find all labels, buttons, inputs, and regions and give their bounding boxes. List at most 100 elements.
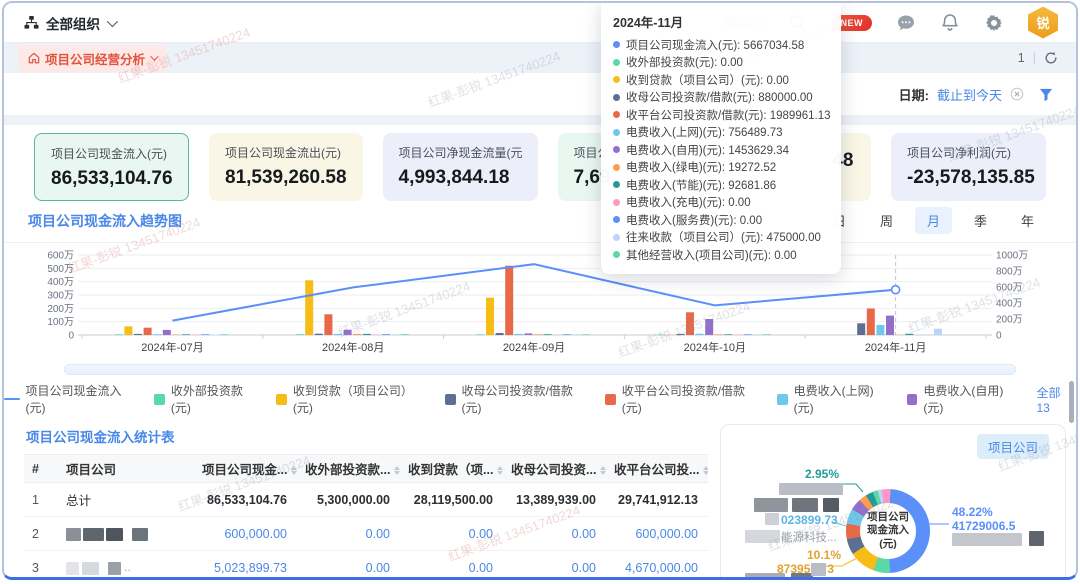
bell-icon[interactable] [940, 13, 960, 33]
donut-chart[interactable]: 项目公司现金流入(元) [846, 489, 930, 573]
table-row[interactable]: 1总计86,533,104.765,300,000.0028,119,500.0… [24, 483, 708, 517]
scrollbar-thumb[interactable] [1069, 381, 1074, 423]
kpi-card-1[interactable]: 项目公司现金流入(元)86,533,104.76 [34, 133, 189, 201]
kpi-card-2[interactable]: 项目公司现金流出(元)81,539,260.58 [209, 133, 363, 201]
column-header[interactable]: 收外部投资款... [297, 455, 400, 483]
donut-label-yellow-percent: 10.1% [807, 548, 841, 562]
legend-item[interactable]: 电费收入(上网)(元) [777, 382, 891, 416]
series-dot [613, 59, 620, 66]
date-filter-label: 日期: [899, 85, 929, 104]
redacted-block [745, 530, 780, 543]
sort-icon[interactable] [600, 466, 606, 475]
gear-icon[interactable] [984, 13, 1004, 33]
stat-table: #项目公司项目公司现金...收外部投资款...收到贷款（项...收母公司投资..… [24, 454, 708, 580]
chevron-down-icon [107, 15, 118, 26]
datazoom-slider[interactable] [64, 364, 1016, 375]
stat-table-card: 项目公司现金流入统计表 #项目公司项目公司现金...收外部投资款...收到贷款（… [24, 424, 708, 580]
series-dot [613, 41, 620, 48]
date-filter-value[interactable]: 截止到今天 [937, 85, 1002, 104]
legend-item[interactable]: 收外部投资款(元) [154, 382, 260, 416]
legend-item[interactable]: 收平台公司投资款/借款(元) [605, 382, 761, 416]
period-option[interactable]: 周 [868, 207, 905, 234]
period-option[interactable]: 月 [915, 207, 952, 234]
legend-item[interactable]: 收母公司投资款/借款(元) [445, 382, 589, 416]
period-option[interactable]: 季 [962, 207, 999, 234]
tab-label: 项目公司经营分析 [45, 49, 145, 68]
redacted-block [792, 498, 818, 512]
series-dot [613, 251, 620, 258]
value-cell: 5,023,899.73 [194, 551, 297, 581]
period-option[interactable]: 年 [1009, 207, 1046, 234]
redacted-block [952, 533, 1022, 546]
kpi-card-3[interactable]: 项目公司净现金流量(元)4,993,844.18 [383, 133, 538, 201]
trend-chart-area[interactable]: 0100万200万300万400万500万600万0200万400万600万80… [4, 243, 1076, 362]
tooltip-item: 收到贷款（项目公司）(元): 0.00 [613, 71, 829, 89]
donut-label-lightblue-company: 能源科技... [781, 529, 837, 545]
table-row[interactable]: 2600,000.000.000.000.00600,000.00 [24, 517, 708, 551]
value-cell: 5,300,000.00 [297, 483, 400, 517]
avatar[interactable]: 锐 [1028, 7, 1058, 39]
redacted-block [811, 563, 826, 576]
tooltip-item: 往来收款（项目公司）(元): 475000.00 [613, 229, 829, 247]
column-header: # [24, 455, 58, 483]
kpi-label: 项目公司净利润(元) [907, 144, 1030, 161]
filter-funnel-icon[interactable] [1038, 87, 1054, 102]
series-dot [613, 181, 620, 188]
org-tree-icon [24, 15, 39, 30]
value-cell: 4,670,000.00 [606, 551, 708, 581]
tooltip-item: 收外部投资款(元): 0.00 [613, 54, 829, 72]
value-cell: 0.00 [503, 517, 606, 551]
svg-text:300万: 300万 [47, 291, 74, 302]
refresh-icon[interactable] [1044, 51, 1058, 65]
row-number: 3 [24, 551, 58, 581]
legend-swatch-icon [907, 394, 918, 405]
chat-icon[interactable] [896, 13, 916, 33]
legend-item[interactable]: 项目公司现金流入(元) [4, 382, 138, 416]
sort-icon[interactable] [497, 466, 503, 475]
sort-icon[interactable] [291, 466, 297, 475]
tooltip-item: 电费收入(服务费)(元): 0.00 [613, 211, 829, 229]
svg-text:200万: 200万 [996, 315, 1023, 326]
sort-icon[interactable] [394, 466, 400, 475]
datazoom-window[interactable] [65, 365, 1015, 374]
svg-text:1000万: 1000万 [996, 251, 1028, 262]
column-header[interactable]: 收母公司投资... [503, 455, 606, 483]
legend-item[interactable]: 电费收入(自用)(元) [907, 382, 1021, 416]
legend-item[interactable]: 收到贷款（项目公司）(元) [276, 382, 429, 416]
donut-label-yellow-value: 873953 [777, 562, 834, 576]
column-header[interactable]: 项目公司现金... [194, 455, 297, 483]
tooltip-item: 电费收入(上网)(元): 756489.73 [613, 124, 829, 142]
legend-swatch-icon [445, 394, 456, 405]
kpi-value: 81,539,260.58 [225, 167, 347, 189]
trend-title: 项目公司现金流入趋势图 [28, 211, 182, 231]
value-cell: 0.00 [297, 551, 400, 581]
trend-chart[interactable]: 0100万200万300万400万500万600万0200万400万600万80… [24, 245, 1054, 357]
top-bar: 全部组织 案中心 NEW 锐 [4, 3, 1076, 43]
table-row[interactable]: 3..5,023,899.730.000.000.004,670,000.00 [24, 551, 708, 581]
tooltip-item: 其他经营收入(项目公司)(元): 0.00 [613, 246, 829, 264]
clear-filter-icon[interactable] [1010, 87, 1024, 101]
bottom-row: 项目公司现金流入统计表 #项目公司项目公司现金...收外部投资款...收到贷款（… [4, 416, 1076, 580]
svg-text:2024年-07月: 2024年-07月 [141, 340, 203, 354]
divider: | [1033, 51, 1036, 65]
org-selector[interactable]: 全部组织 [24, 13, 115, 33]
redacted-block [779, 483, 843, 495]
row-number: 1 [24, 483, 58, 517]
svg-text:100万: 100万 [47, 317, 74, 328]
value-cell: 0.00 [297, 517, 400, 551]
svg-text:2024年-11月: 2024年-11月 [865, 340, 927, 354]
column-header: 项目公司 [58, 455, 194, 483]
row-number: 2 [24, 517, 58, 551]
value-cell: 600,000.00 [194, 517, 297, 551]
column-header[interactable]: 收到贷款（项... [400, 455, 503, 483]
series-dot [613, 216, 620, 223]
redacted-block [754, 498, 788, 512]
value-cell: 86,533,104.76 [194, 483, 297, 517]
tab-business-analysis[interactable]: 项目公司经营分析 [18, 45, 166, 72]
kpi-value: -23,578,135.85 [907, 167, 1030, 189]
column-header[interactable]: 收平台公司投... [606, 455, 708, 483]
home-icon [28, 52, 40, 64]
legend-swatch-icon [154, 394, 165, 405]
sort-icon[interactable] [703, 466, 708, 475]
kpi-card-6[interactable]: 项目公司净利润(元) -23,578,135.85 [891, 133, 1046, 201]
